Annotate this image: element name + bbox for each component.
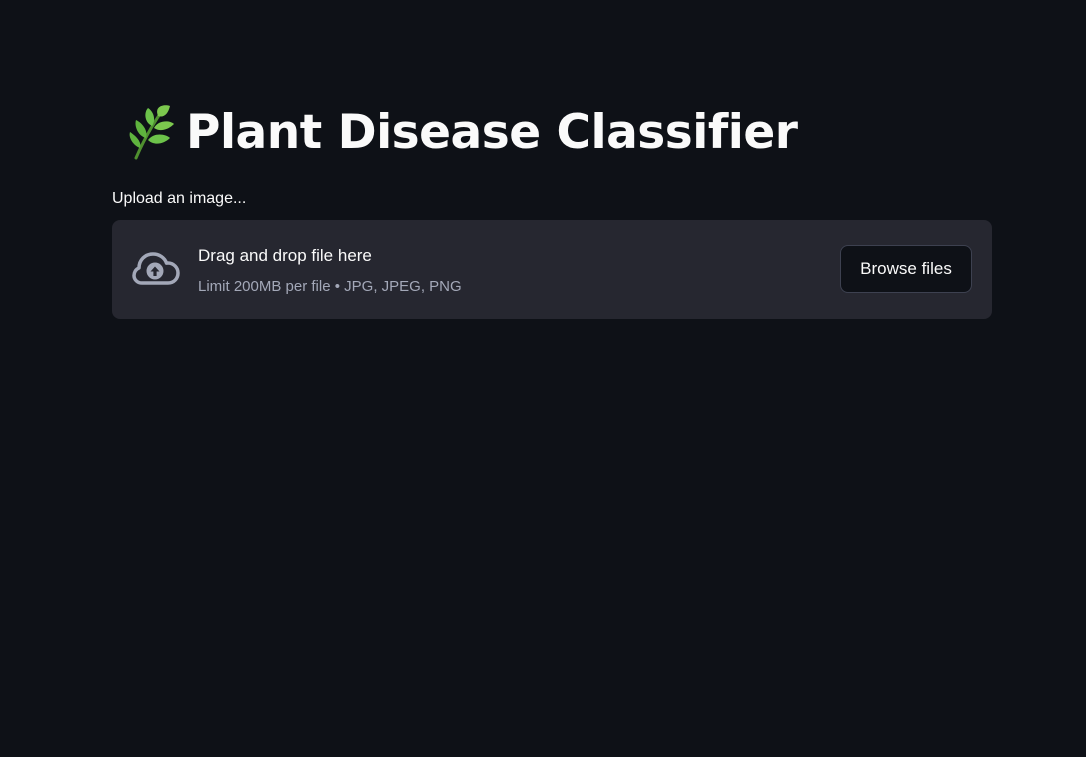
cloud-upload-icon <box>132 250 180 290</box>
herb-icon <box>124 102 176 162</box>
page-title: Plant Disease Classifier <box>186 104 798 160</box>
drop-title: Drag and drop file here <box>198 246 372 265</box>
file-dropzone[interactable]: Drag and drop file here Limit 200MB per … <box>112 220 992 319</box>
upload-label: Upload an image... <box>112 190 247 207</box>
browse-files-button[interactable]: Browse files <box>840 245 972 293</box>
page-header: Plant Disease Classifier <box>124 100 798 164</box>
drop-hint: Limit 200MB per file • JPG, JPEG, PNG <box>198 278 462 295</box>
app-page: Plant Disease Classifier Upload an image… <box>0 0 1086 757</box>
